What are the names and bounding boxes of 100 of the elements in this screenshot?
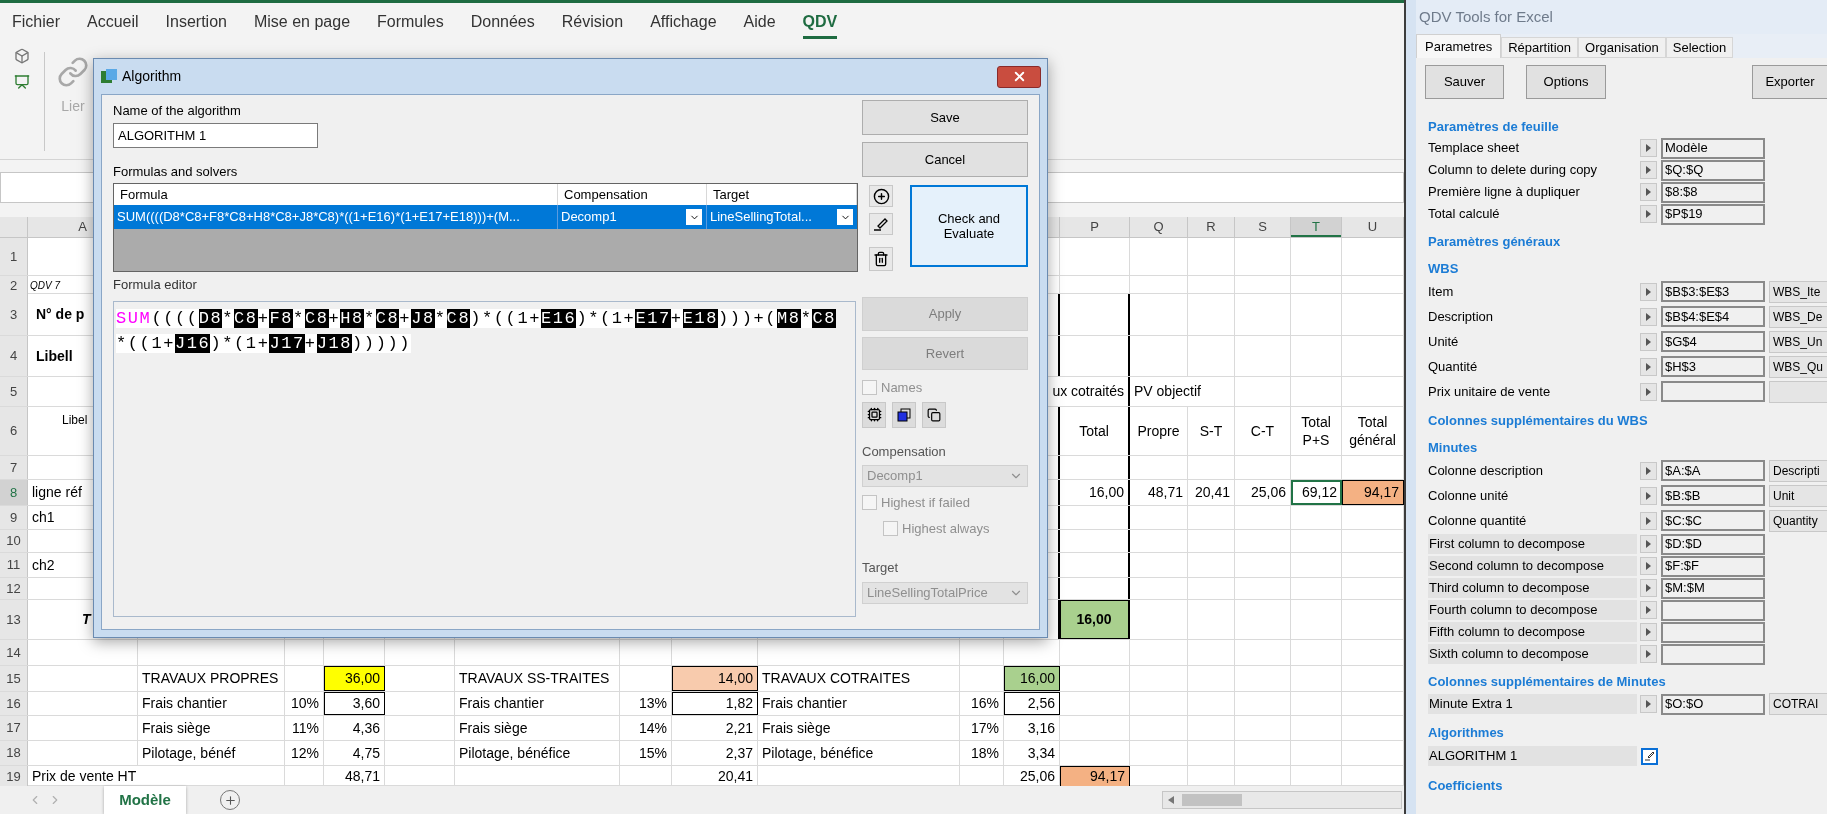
table-cell[interactable]: Decomp1 (561, 207, 617, 227)
panel-button[interactable]: Sauver (1425, 65, 1504, 99)
row-header[interactable]: 5 (0, 377, 28, 406)
panel-tab[interactable]: Selection (1665, 37, 1734, 58)
row-header[interactable]: 17 (0, 716, 28, 740)
ribbon-tab[interactable]: Révision (561, 8, 624, 39)
save-button[interactable]: Save (862, 100, 1028, 135)
name-input[interactable]: ALGORITHM 1 (113, 122, 318, 148)
name-field[interactable]: WBS_Ite (1769, 280, 1827, 303)
name-field[interactable]: Unit (1769, 484, 1827, 507)
arrow-button[interactable] (1640, 557, 1657, 575)
row-header[interactable]: 12 (0, 578, 28, 599)
left-triangle-icon[interactable] (1168, 796, 1174, 804)
row-header[interactable]: 16 (0, 692, 28, 715)
reference-field[interactable]: $Q:$Q (1661, 159, 1765, 181)
reference-field[interactable]: $P$19 (1661, 203, 1765, 225)
row-header[interactable]: 4 (0, 336, 28, 376)
name-field[interactable]: COTRAI (1769, 693, 1827, 715)
row-header[interactable]: 14 (0, 640, 28, 665)
cancel-button[interactable]: Cancel (862, 142, 1028, 177)
row-header[interactable]: 2 (0, 276, 28, 296)
reference-field[interactable] (1661, 643, 1765, 665)
reference-field[interactable]: $D:$D (1661, 533, 1765, 555)
add-button[interactable] (869, 185, 893, 207)
panel-tab[interactable]: Organisation (1578, 37, 1666, 58)
name-field[interactable]: Quantity (1769, 509, 1827, 532)
name-field[interactable]: WBS_De (1769, 305, 1827, 328)
name-field[interactable]: WBS_Un (1769, 330, 1827, 353)
row-header[interactable]: 15 (0, 666, 28, 691)
reference-field[interactable]: $F:$F (1661, 555, 1765, 577)
cube-icon[interactable] (14, 48, 30, 64)
arrow-button[interactable] (1640, 307, 1657, 326)
name-field[interactable]: WBS_Qu (1769, 355, 1827, 378)
panel-tab[interactable]: Parametres (1416, 34, 1502, 58)
check-evaluate-button[interactable]: Check and Evaluate (910, 185, 1028, 267)
sheet-tab[interactable]: Modèle (104, 786, 186, 814)
reference-field[interactable] (1661, 381, 1765, 402)
arrow-button[interactable] (1640, 461, 1657, 480)
reference-field[interactable] (1661, 599, 1765, 621)
arrow-button[interactable] (1640, 695, 1657, 713)
row-header[interactable]: 8 (0, 480, 28, 505)
row-header[interactable]: 18 (0, 741, 28, 765)
reference-field[interactable]: $8:$8 (1661, 181, 1765, 203)
arrow-button[interactable] (1640, 486, 1657, 505)
board-icon[interactable] (14, 74, 30, 90)
name-field[interactable] (1769, 380, 1827, 403)
row-header[interactable]: 10 (0, 530, 28, 552)
row-header[interactable]: 13 (0, 600, 28, 639)
ribbon-tab[interactable]: Accueil (87, 8, 139, 39)
ribbon-tab[interactable]: Aide (743, 8, 776, 39)
reference-field[interactable]: $A:$A (1661, 460, 1765, 481)
reference-field[interactable] (1661, 621, 1765, 643)
row-header[interactable]: 11 (0, 553, 28, 577)
arrow-button[interactable] (1640, 183, 1657, 201)
row-header[interactable]: 7 (0, 456, 28, 479)
column-header[interactable]: T (1291, 217, 1342, 237)
row-header[interactable]: 1 (0, 238, 28, 275)
reference-field[interactable]: $M:$M (1661, 577, 1765, 599)
close-button[interactable] (997, 65, 1041, 88)
ribbon-tab[interactable]: Insertion (165, 8, 227, 39)
copy-button[interactable] (922, 401, 946, 428)
column-header[interactable]: R (1188, 217, 1235, 237)
formula-editor[interactable]: SUM((((D8*C8+F8*C8+H8*C8+J8*C8)*((1+E16)*(1+E17+E18)))+(M8*C8 *((1+J16)*(1+J17+J18))))) (113, 300, 856, 617)
ribbon-tab[interactable]: Données (470, 8, 535, 39)
edit-button[interactable] (869, 213, 893, 235)
reference-field[interactable]: $C:$C (1661, 510, 1765, 531)
reference-field[interactable]: $G$4 (1661, 331, 1765, 352)
table-cell[interactable]: LineSellingTotal... (710, 207, 812, 227)
stacked-squares-button[interactable] (892, 401, 916, 428)
name-field[interactable]: Descripti (1769, 459, 1827, 482)
panel-button[interactable]: Options (1526, 65, 1606, 99)
reference-field[interactable]: $B:$B (1661, 485, 1765, 506)
arrow-button[interactable] (1640, 623, 1657, 641)
delete-button[interactable] (869, 247, 893, 271)
column-header[interactable]: P (1060, 217, 1130, 237)
reference-field[interactable]: $O:$O (1661, 693, 1765, 715)
arrow-button[interactable] (1640, 332, 1657, 351)
reference-field[interactable]: $B$4:$E$4 (1661, 306, 1765, 327)
reference-field[interactable]: $H$3 (1661, 356, 1765, 377)
row-header[interactable]: 19 (0, 766, 28, 787)
formula-row[interactable]: SUM((((D8*C8+F8*C8+H8*C8+J8*C8)*((1+E16)*(1+E17+E18)))+(M... Decomp1 LineSellingTotal... (114, 205, 857, 229)
row-header[interactable]: 9 (0, 506, 28, 529)
ribbon-tab[interactable]: Mise en page (253, 8, 351, 39)
arrow-button[interactable] (1640, 161, 1657, 179)
column-header[interactable]: Q (1130, 217, 1188, 237)
scrollbar-thumb[interactable] (1182, 794, 1242, 806)
arrow-button[interactable] (1640, 382, 1657, 401)
arrow-button[interactable] (1640, 535, 1657, 553)
arrow-button[interactable] (1640, 645, 1657, 663)
edit-button[interactable] (1641, 747, 1658, 765)
arrow-button[interactable] (1640, 205, 1657, 223)
ribbon-tab[interactable]: QDV (802, 8, 838, 39)
arrow-button[interactable] (1640, 511, 1657, 530)
arrow-button[interactable] (1640, 579, 1657, 597)
reference-field[interactable]: $B$3:$E$3 (1661, 281, 1765, 302)
arrow-button[interactable] (1640, 139, 1657, 157)
reference-field[interactable]: Modèle (1661, 137, 1765, 159)
ribbon-tab[interactable]: Formules (377, 8, 444, 39)
panel-button[interactable]: Exporter (1752, 65, 1827, 99)
chip-button[interactable] (862, 401, 886, 428)
